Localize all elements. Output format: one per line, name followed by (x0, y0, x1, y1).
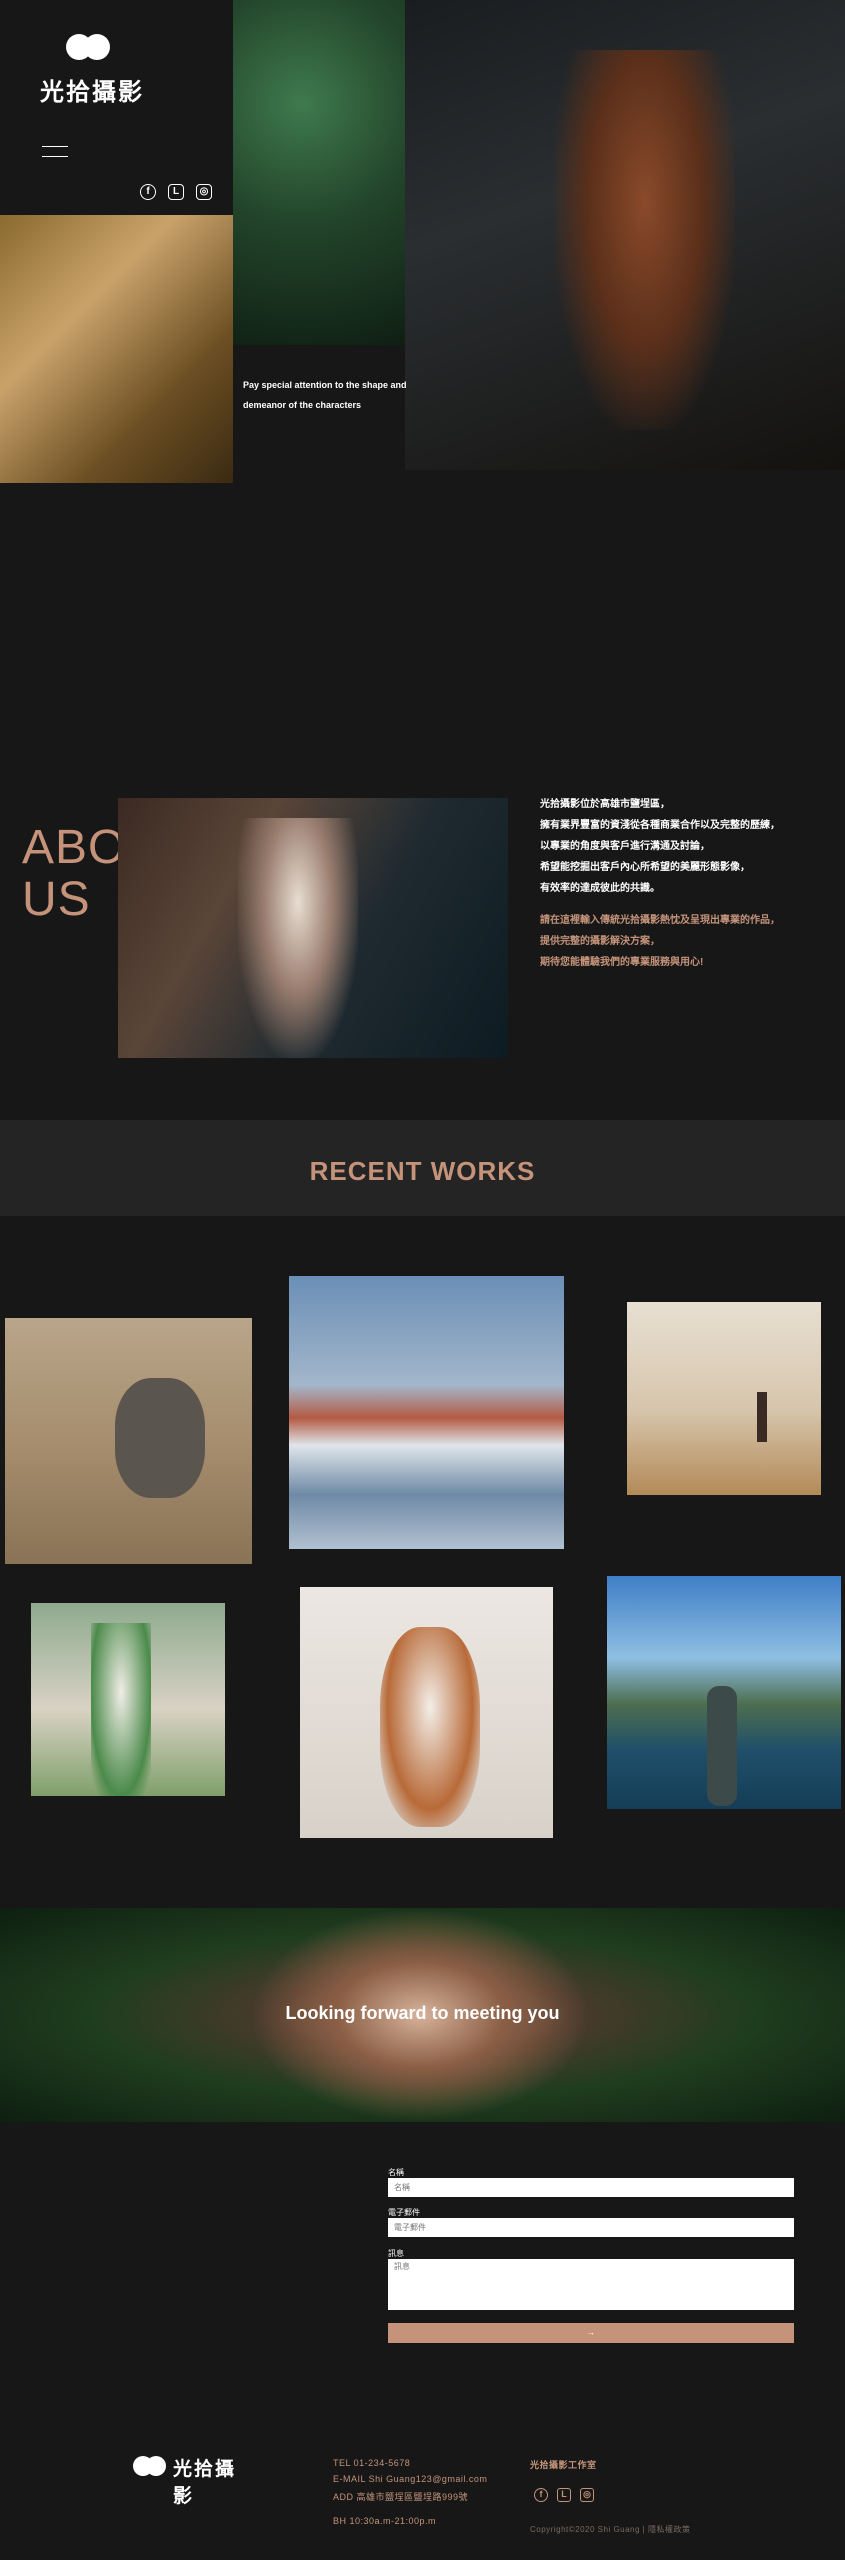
footer-studio-name: 光拾攝影工作室 (530, 2460, 597, 2470)
about-text-line: 有效率的達成彼此的共識。 (540, 883, 660, 894)
hamburger-icon (42, 144, 68, 160)
about-paragraph1: 光拾攝影位於高雄市鹽埕區， 擁有業界豐富的資淺從各種商業合作以及完整的歷練， 以… (540, 794, 780, 899)
footer-hours: BH 10:30a.m-21:00p.m (333, 2516, 437, 2526)
hero-side-photo (0, 215, 233, 483)
instagram-icon: ◎ (199, 186, 209, 197)
work-photo-lake[interactable] (607, 1576, 841, 1809)
footer-tel: TEL 01-234-5678 (333, 2458, 411, 2468)
hero-leaf-photo (233, 0, 405, 345)
name-field[interactable] (388, 2178, 794, 2197)
about-paragraph2: 請在這裡輸入傳統光拾攝影熱忱及呈現出專業的作品， 提供完整的攝影解決方案， 期待… (540, 910, 780, 973)
about-text-line: 期待您能體驗我們的專業服務與用心! (540, 957, 704, 968)
footer-copyright: Copyright©2020 Shi Guang | 隱私權政策 (530, 2525, 691, 2534)
about-text-line: 光拾攝影位於高雄市鹽埕區， (540, 799, 670, 810)
footer-email[interactable]: E-MAIL Shi Guang123@gmail.com (333, 2474, 487, 2484)
aperture-icon-b (146, 2456, 166, 2476)
menu-button[interactable] (42, 144, 68, 160)
name-label: 名稱 (388, 2168, 404, 2177)
footer-brand-name: 光拾攝影 (173, 2459, 237, 2507)
about-text-line: 希望能挖掘出客戶內心所希望的美麗形態影像， (540, 862, 750, 873)
social-instagram[interactable]: ◎ (196, 184, 212, 200)
instagram-icon: ◎ (583, 2489, 591, 2499)
banner-text: Looking forward to meeting you (285, 2003, 560, 2023)
hero-caption-line2: demeanor of the characters (243, 400, 362, 410)
facebook-icon: f (146, 186, 150, 197)
facebook-icon: f (539, 2489, 543, 2499)
work-photo-mountain[interactable] (289, 1276, 564, 1549)
footer-social-line[interactable]: L (557, 2488, 571, 2502)
footer-social-facebook[interactable]: f (534, 2488, 548, 2502)
social-facebook[interactable]: f (140, 184, 156, 200)
email-field[interactable] (388, 2218, 794, 2237)
line-icon: L (172, 186, 180, 197)
work-photo-street[interactable] (31, 1603, 225, 1796)
about-text-line: 擁有業界豐富的資淺從各種商業合作以及完整的歷練， (540, 820, 780, 831)
work-photo-shoe[interactable] (5, 1318, 252, 1564)
line-icon: L (561, 2489, 567, 2499)
work-photo-dog[interactable] (300, 1587, 553, 1838)
footer-address: ADD 高雄市鹽埕區鹽埕路999號 (333, 2492, 469, 2502)
message-label: 訊息 (388, 2249, 404, 2258)
hero-portrait-photo (405, 0, 845, 470)
about-text-line: 提供完整的攝影解決方案， (540, 936, 660, 947)
about-text-line: 以專業的角度與客戶進行溝通及討論， (540, 841, 710, 852)
submit-button[interactable]: → (388, 2323, 794, 2343)
footer-logo[interactable]: 光拾攝影 (133, 2452, 253, 2507)
hero-caption-line1: Pay special attention to the shape and (243, 380, 407, 390)
brand-logo[interactable]: 光拾攝影 (40, 34, 160, 106)
header-panel (0, 0, 233, 215)
about-photo (118, 798, 508, 1058)
message-field[interactable] (388, 2259, 794, 2310)
brand-name: 光拾攝影 (40, 79, 144, 106)
about-text-line: 請在這裡輸入傳統光拾攝影熱忱及呈現出專業的作品， (540, 915, 780, 926)
aperture-icon-b (84, 34, 110, 60)
contact-banner: Looking forward to meeting you (0, 1908, 845, 2122)
footer-social-instagram[interactable]: ◎ (580, 2488, 594, 2502)
works-title: RECENT WORKS (309, 1156, 536, 1186)
works-band: RECENT WORKS (0, 1120, 845, 1216)
email-label: 電子郵件 (388, 2208, 420, 2217)
work-photo-desert[interactable] (627, 1302, 821, 1495)
social-line[interactable]: L (168, 184, 184, 200)
